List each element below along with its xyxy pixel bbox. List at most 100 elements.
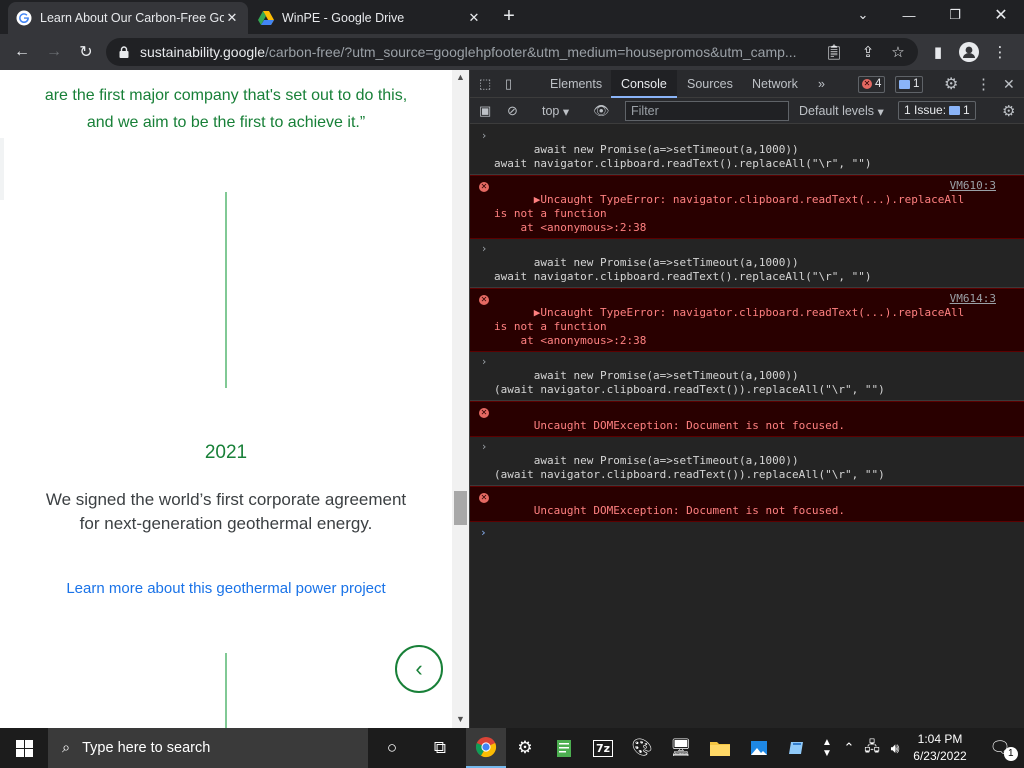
input-chevron-icon: ›: [480, 440, 488, 453]
source-link[interactable]: VM610:3: [950, 179, 996, 193]
error-icon: ✕: [862, 79, 872, 89]
bookmark-star-icon[interactable]: ☆: [886, 40, 910, 64]
address-bar[interactable]: sustainability.google/carbon-free/?utm_s…: [106, 38, 918, 66]
more-tabs-chevron-icon[interactable]: »: [808, 70, 835, 98]
task-view-icon[interactable]: ⧉: [420, 728, 460, 768]
console-error-entry: ✕ ▶Uncaught TypeError: navigator.clipboar…: [470, 288, 1024, 352]
new-tab-button[interactable]: +: [498, 6, 520, 28]
notepad-taskbar-icon[interactable]: [544, 728, 584, 768]
back-arrow-icon[interactable]: ←: [10, 40, 34, 64]
volume-icon[interactable]: 🔊︎: [884, 728, 906, 768]
forward-arrow-icon[interactable]: →: [42, 40, 66, 64]
error-icon: ✕: [479, 182, 489, 192]
console-input-entry: › await new Promise(a=>setTimeout(a,1000)…: [470, 126, 1024, 175]
taskbar-clock[interactable]: 1:04 PM 6/23/2022: [905, 731, 975, 765]
context-selector[interactable]: top ▾: [542, 102, 569, 120]
settings-gear-icon[interactable]: ⚙: [944, 75, 958, 93]
web-page: are the first major company that's set o…: [0, 70, 469, 728]
timeline-line: [225, 192, 227, 388]
chrome-menu-icon[interactable]: ⋮: [988, 40, 1012, 64]
url-path: /carbon-free/?utm_source=googlehpfooter&…: [265, 44, 797, 60]
console-input-entry: › await new Promise(a=>setTimeout(a,1000)…: [470, 352, 1024, 401]
console-prompt[interactable]: ›: [470, 522, 1024, 543]
restore-button[interactable]: ❐: [932, 0, 978, 30]
clear-console-icon[interactable]: ⊘: [507, 102, 518, 120]
reload-icon[interactable]: ↻: [74, 40, 98, 64]
taskbar-search-box[interactable]: ⌕ Type here to search: [48, 728, 368, 768]
photos-taskbar-icon[interactable]: [739, 728, 779, 768]
eye-icon[interactable]: 👁︎: [593, 102, 610, 120]
scrollbar-thumb[interactable]: [454, 491, 467, 525]
notifications-icon[interactable]: 🗨︎ 1: [980, 728, 1020, 768]
sidebar-toggle-icon[interactable]: ▣: [479, 102, 491, 120]
message-count-badge[interactable]: 1: [895, 75, 924, 93]
timeline-line: [225, 653, 227, 728]
windows-logo-icon: [15, 739, 33, 757]
windows-taskbar: ⌕ Type here to search ○ ⧉ ⚙ 7z 🎨︎ 🖥︎ ▲ ▼ …: [0, 728, 1024, 768]
7zip-taskbar-icon[interactable]: 7z: [583, 728, 623, 768]
cortana-icon[interactable]: ○: [372, 728, 412, 768]
tab-elements[interactable]: Elements: [540, 70, 612, 98]
settings-taskbar-icon[interactable]: ⚙: [505, 728, 545, 768]
chevron-left-icon: ‹: [415, 656, 423, 681]
device-manager-taskbar-icon[interactable]: 🖥︎: [661, 728, 701, 768]
profile-avatar-icon[interactable]: [957, 40, 981, 64]
error-count-badge[interactable]: ✕ 4: [858, 75, 886, 93]
show-hidden-icons-chevron[interactable]: ⌃: [838, 728, 860, 768]
console-settings-gear-icon[interactable]: ⚙: [1002, 102, 1015, 120]
lock-icon: [119, 46, 129, 58]
network-icon[interactable]: 🖧︎: [860, 728, 884, 768]
source-link[interactable]: VM614:3: [950, 292, 996, 306]
timeline-description: We signed the world’s first corporate ag…: [45, 490, 407, 533]
close-window-button[interactable]: ✕: [978, 0, 1024, 30]
url-host: sustainability.google: [140, 44, 266, 60]
log-levels-dropdown[interactable]: Default levels ▾: [799, 102, 884, 120]
taskbar-overflow-arrows[interactable]: ▲ ▼: [816, 728, 838, 768]
devtools-panel: ⬚ ▯ Elements Console Sources Network » ✕…: [469, 70, 1024, 728]
timeline-year: 2021: [204, 442, 248, 463]
start-button[interactable]: [4, 728, 44, 768]
geothermal-link[interactable]: Learn more about this geothermal power p…: [0, 580, 452, 597]
input-chevron-icon: ›: [480, 355, 488, 368]
google-drive-icon: [258, 10, 274, 26]
tab-winpe-drive[interactable]: WinPE - Google Drive ✕: [250, 2, 490, 34]
tab-network[interactable]: Network: [742, 70, 808, 98]
notification-badge: 1: [1003, 747, 1018, 761]
error-icon: ✕: [479, 295, 489, 305]
close-tab-icon[interactable]: ✕: [466, 10, 482, 26]
clipboard-icon[interactable]: 📋︎: [822, 40, 846, 64]
console-error-entry: ✕ Uncaught DOMException: Document is not …: [470, 401, 1024, 437]
close-tab-icon[interactable]: ✕: [224, 10, 240, 26]
tab-console[interactable]: Console: [611, 70, 677, 98]
tab-search-icon[interactable]: ⌄: [840, 0, 886, 30]
share-icon[interactable]: ⇪: [856, 40, 880, 64]
input-chevron-icon: ›: [480, 129, 488, 142]
quote-line: and we aim to be the first to achieve it…: [86, 114, 366, 131]
scroll-up-arrow[interactable]: ▲: [452, 70, 469, 84]
quote-text: are the first major company that's set o…: [30, 82, 422, 136]
console-filter-input[interactable]: Filter: [625, 101, 789, 121]
devtools-menu-icon[interactable]: ⋮: [976, 75, 991, 93]
devtools-tab-bar: ⬚ ▯ Elements Console Sources Network » ✕…: [470, 70, 1024, 98]
tab-carbon-free[interactable]: Learn About Our Carbon-Free Go ✕: [8, 2, 248, 34]
scroll-down-arrow[interactable]: ▼: [452, 712, 469, 726]
file-explorer-taskbar-icon[interactable]: [700, 728, 740, 768]
browser-tab-strip: Learn About Our Carbon-Free Go ✕ WinPE -…: [0, 0, 1024, 34]
app-taskbar-icon[interactable]: [777, 728, 817, 768]
close-devtools-icon[interactable]: ✕: [1003, 75, 1015, 93]
google-g-icon: [16, 10, 32, 26]
chrome-taskbar-icon[interactable]: [466, 728, 506, 768]
tab-sources[interactable]: Sources: [677, 70, 743, 98]
device-toolbar-icon[interactable]: ▯: [505, 75, 512, 93]
side-panel-icon[interactable]: ▮: [926, 40, 950, 64]
inspect-element-icon[interactable]: ⬚: [479, 75, 491, 93]
console-input-entry: › await new Promise(a=>setTimeout(a,1000)…: [470, 437, 1024, 486]
minimize-button[interactable]: —: [886, 0, 932, 30]
console-input-entry: › await new Promise(a=>setTimeout(a,1000)…: [470, 239, 1024, 288]
page-scrollbar[interactable]: [452, 70, 469, 728]
previous-button[interactable]: ‹: [395, 645, 443, 693]
message-icon: [899, 79, 910, 89]
issues-button[interactable]: 1 Issue: 1: [898, 100, 976, 120]
paint-taskbar-icon[interactable]: 🎨︎: [622, 728, 662, 768]
input-chevron-icon: ›: [480, 242, 488, 255]
